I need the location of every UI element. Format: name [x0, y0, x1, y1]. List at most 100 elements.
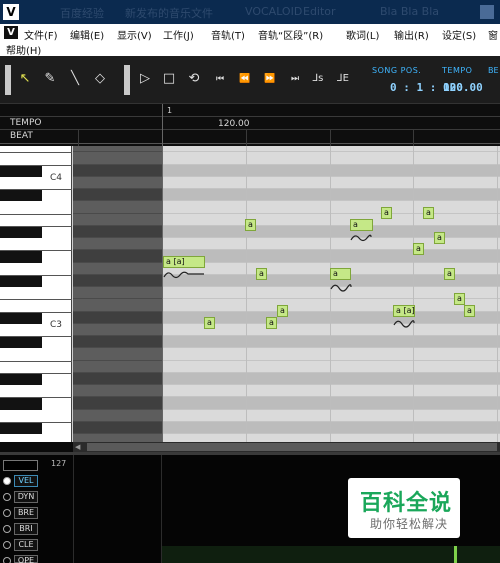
scrollbar-thumb[interactable]	[87, 443, 497, 451]
note[interactable]: a [a]	[277, 305, 288, 317]
arrow-tool-icon[interactable]: ↖	[16, 70, 34, 88]
velocity-bar[interactable]	[454, 546, 457, 563]
bri-button[interactable]: BRI	[14, 523, 38, 535]
note[interactable]: a	[413, 243, 424, 255]
note[interactable]: a	[256, 268, 267, 280]
stop-icon[interactable]: □	[160, 70, 178, 88]
start-marker-icon[interactable]: ⅃s	[309, 70, 327, 88]
black-key[interactable]	[0, 226, 42, 238]
song-pos-label: SONG POS.	[372, 66, 422, 75]
toolbar-grip[interactable]	[5, 65, 11, 95]
go-start-icon[interactable]: ⏮	[211, 70, 229, 88]
vibrato-curve[interactable]	[330, 282, 352, 292]
note[interactable]: a	[423, 207, 434, 219]
pre-measure-lane	[73, 385, 163, 398]
note[interactable]: a	[434, 232, 445, 244]
white-key-edge	[0, 299, 72, 301]
pre-measure-lane	[73, 189, 163, 202]
watermark-logo: 百科全说 助你轻松解决	[348, 478, 460, 538]
octave-label-c4: C4	[50, 173, 63, 183]
tempo-value[interactable]: 120.00	[443, 81, 483, 94]
dyn-radio[interactable]	[3, 493, 11, 501]
menu-window[interactable]: 窗	[488, 27, 498, 42]
note[interactable]: a	[350, 219, 373, 231]
black-key[interactable]	[0, 312, 42, 324]
black-key[interactable]	[0, 165, 42, 177]
toolbar: ↖ ✎ ╲ ◇ ▷ □ ⟲ ⏮ ⏪ ⏩ ⏭ ⅃s ⅃E SONG POS. TE…	[0, 56, 500, 104]
toolbar-grip-2[interactable]	[124, 65, 130, 95]
vocaloid-app-icon[interactable]: V	[3, 4, 19, 20]
forward-icon[interactable]: ⏩	[261, 70, 279, 88]
cle-radio[interactable]	[3, 541, 11, 549]
note[interactable]: a [a]	[163, 256, 205, 268]
bre-radio[interactable]	[3, 509, 11, 517]
vibrato-curve[interactable]	[350, 232, 372, 242]
black-key[interactable]	[0, 190, 42, 202]
bre-button[interactable]: BRE	[14, 507, 38, 519]
note-grid[interactable]: a [a] a a a a a [a] a a a [a] a a a a a …	[73, 146, 500, 442]
menu-job[interactable]: 工作(J)	[163, 27, 194, 42]
end-marker-icon[interactable]: ⅃E	[334, 70, 352, 88]
menu-view[interactable]: 显示(V)	[117, 27, 152, 42]
ope-button[interactable]: OPE	[14, 555, 38, 563]
menu-help[interactable]: 帮助(H)	[6, 42, 41, 57]
ruler-divider	[0, 129, 500, 130]
white-key-edge	[0, 213, 72, 215]
bri-radio[interactable]	[3, 525, 11, 533]
rewind-icon[interactable]: ⏪	[236, 70, 254, 88]
tempo-marker[interactable]: 120.00	[218, 119, 250, 129]
pre-measure-lane	[73, 372, 163, 385]
note[interactable]: a	[245, 219, 256, 231]
dyn-button[interactable]: DYN	[14, 491, 38, 503]
menu-file[interactable]: 文件(F)	[24, 27, 58, 42]
black-key[interactable]	[0, 275, 42, 287]
pre-measure-lane	[73, 323, 163, 336]
line-tool-icon[interactable]: ╲	[66, 70, 84, 88]
horizontal-scrollbar[interactable]: ◀	[73, 442, 500, 452]
piano-keyboard[interactable]: C4 C3	[0, 146, 72, 442]
black-key[interactable]	[0, 373, 42, 385]
note[interactable]: a	[266, 317, 277, 329]
menu-lyrics[interactable]: 歌词(L)	[346, 27, 379, 42]
control-value-box[interactable]	[3, 460, 38, 471]
cle-button[interactable]: CLE	[14, 539, 38, 551]
play-icon[interactable]: ▷	[136, 70, 154, 88]
scroll-left-icon[interactable]: ◀	[75, 443, 83, 451]
note[interactable]: a	[204, 317, 215, 329]
window-control-button[interactable]	[480, 5, 494, 19]
black-key[interactable]	[0, 337, 42, 349]
vel-radio[interactable]	[3, 477, 11, 485]
note[interactable]: a	[444, 268, 455, 280]
note[interactable]: a	[464, 305, 475, 317]
note[interactable]: a [a]	[393, 305, 415, 317]
title-text-4: Editor	[303, 5, 336, 18]
velocity-lane[interactable]	[162, 546, 500, 563]
note[interactable]: a [a]	[381, 207, 392, 219]
loop-icon[interactable]: ⟲	[185, 70, 203, 88]
note[interactable]: a	[330, 268, 351, 280]
menu-settings[interactable]: 设定(S)	[442, 27, 476, 42]
menu-output[interactable]: 输出(R)	[394, 27, 429, 42]
menu-edit[interactable]: 编辑(E)	[70, 27, 104, 42]
beat-row-label: BEAT	[10, 131, 33, 141]
black-key[interactable]	[0, 422, 42, 434]
eraser-tool-icon[interactable]: ◇	[91, 70, 109, 88]
black-key[interactable]	[0, 251, 42, 263]
vibrato-curve[interactable]	[393, 318, 415, 328]
beat-tick	[246, 130, 247, 146]
ope-radio[interactable]	[3, 557, 11, 563]
pre-measure-lane	[73, 201, 163, 214]
beat-line	[330, 146, 331, 442]
control-max-value: 127	[51, 459, 67, 468]
go-end-icon[interactable]: ⏭	[286, 70, 304, 88]
pencil-tool-icon[interactable]: ✎	[41, 70, 59, 88]
menu-track[interactable]: 音轨(T)	[211, 27, 245, 42]
pre-measure-lane	[73, 421, 163, 434]
vibrato-curve[interactable]	[163, 269, 205, 279]
vel-button[interactable]: VEL	[14, 475, 38, 487]
pre-measure-lane	[73, 213, 163, 226]
black-key[interactable]	[0, 398, 42, 410]
menu-part[interactable]: 音轨“区段”(R)	[258, 27, 323, 42]
note[interactable]: a	[454, 293, 465, 305]
document-menu-icon[interactable]: V	[4, 26, 18, 39]
